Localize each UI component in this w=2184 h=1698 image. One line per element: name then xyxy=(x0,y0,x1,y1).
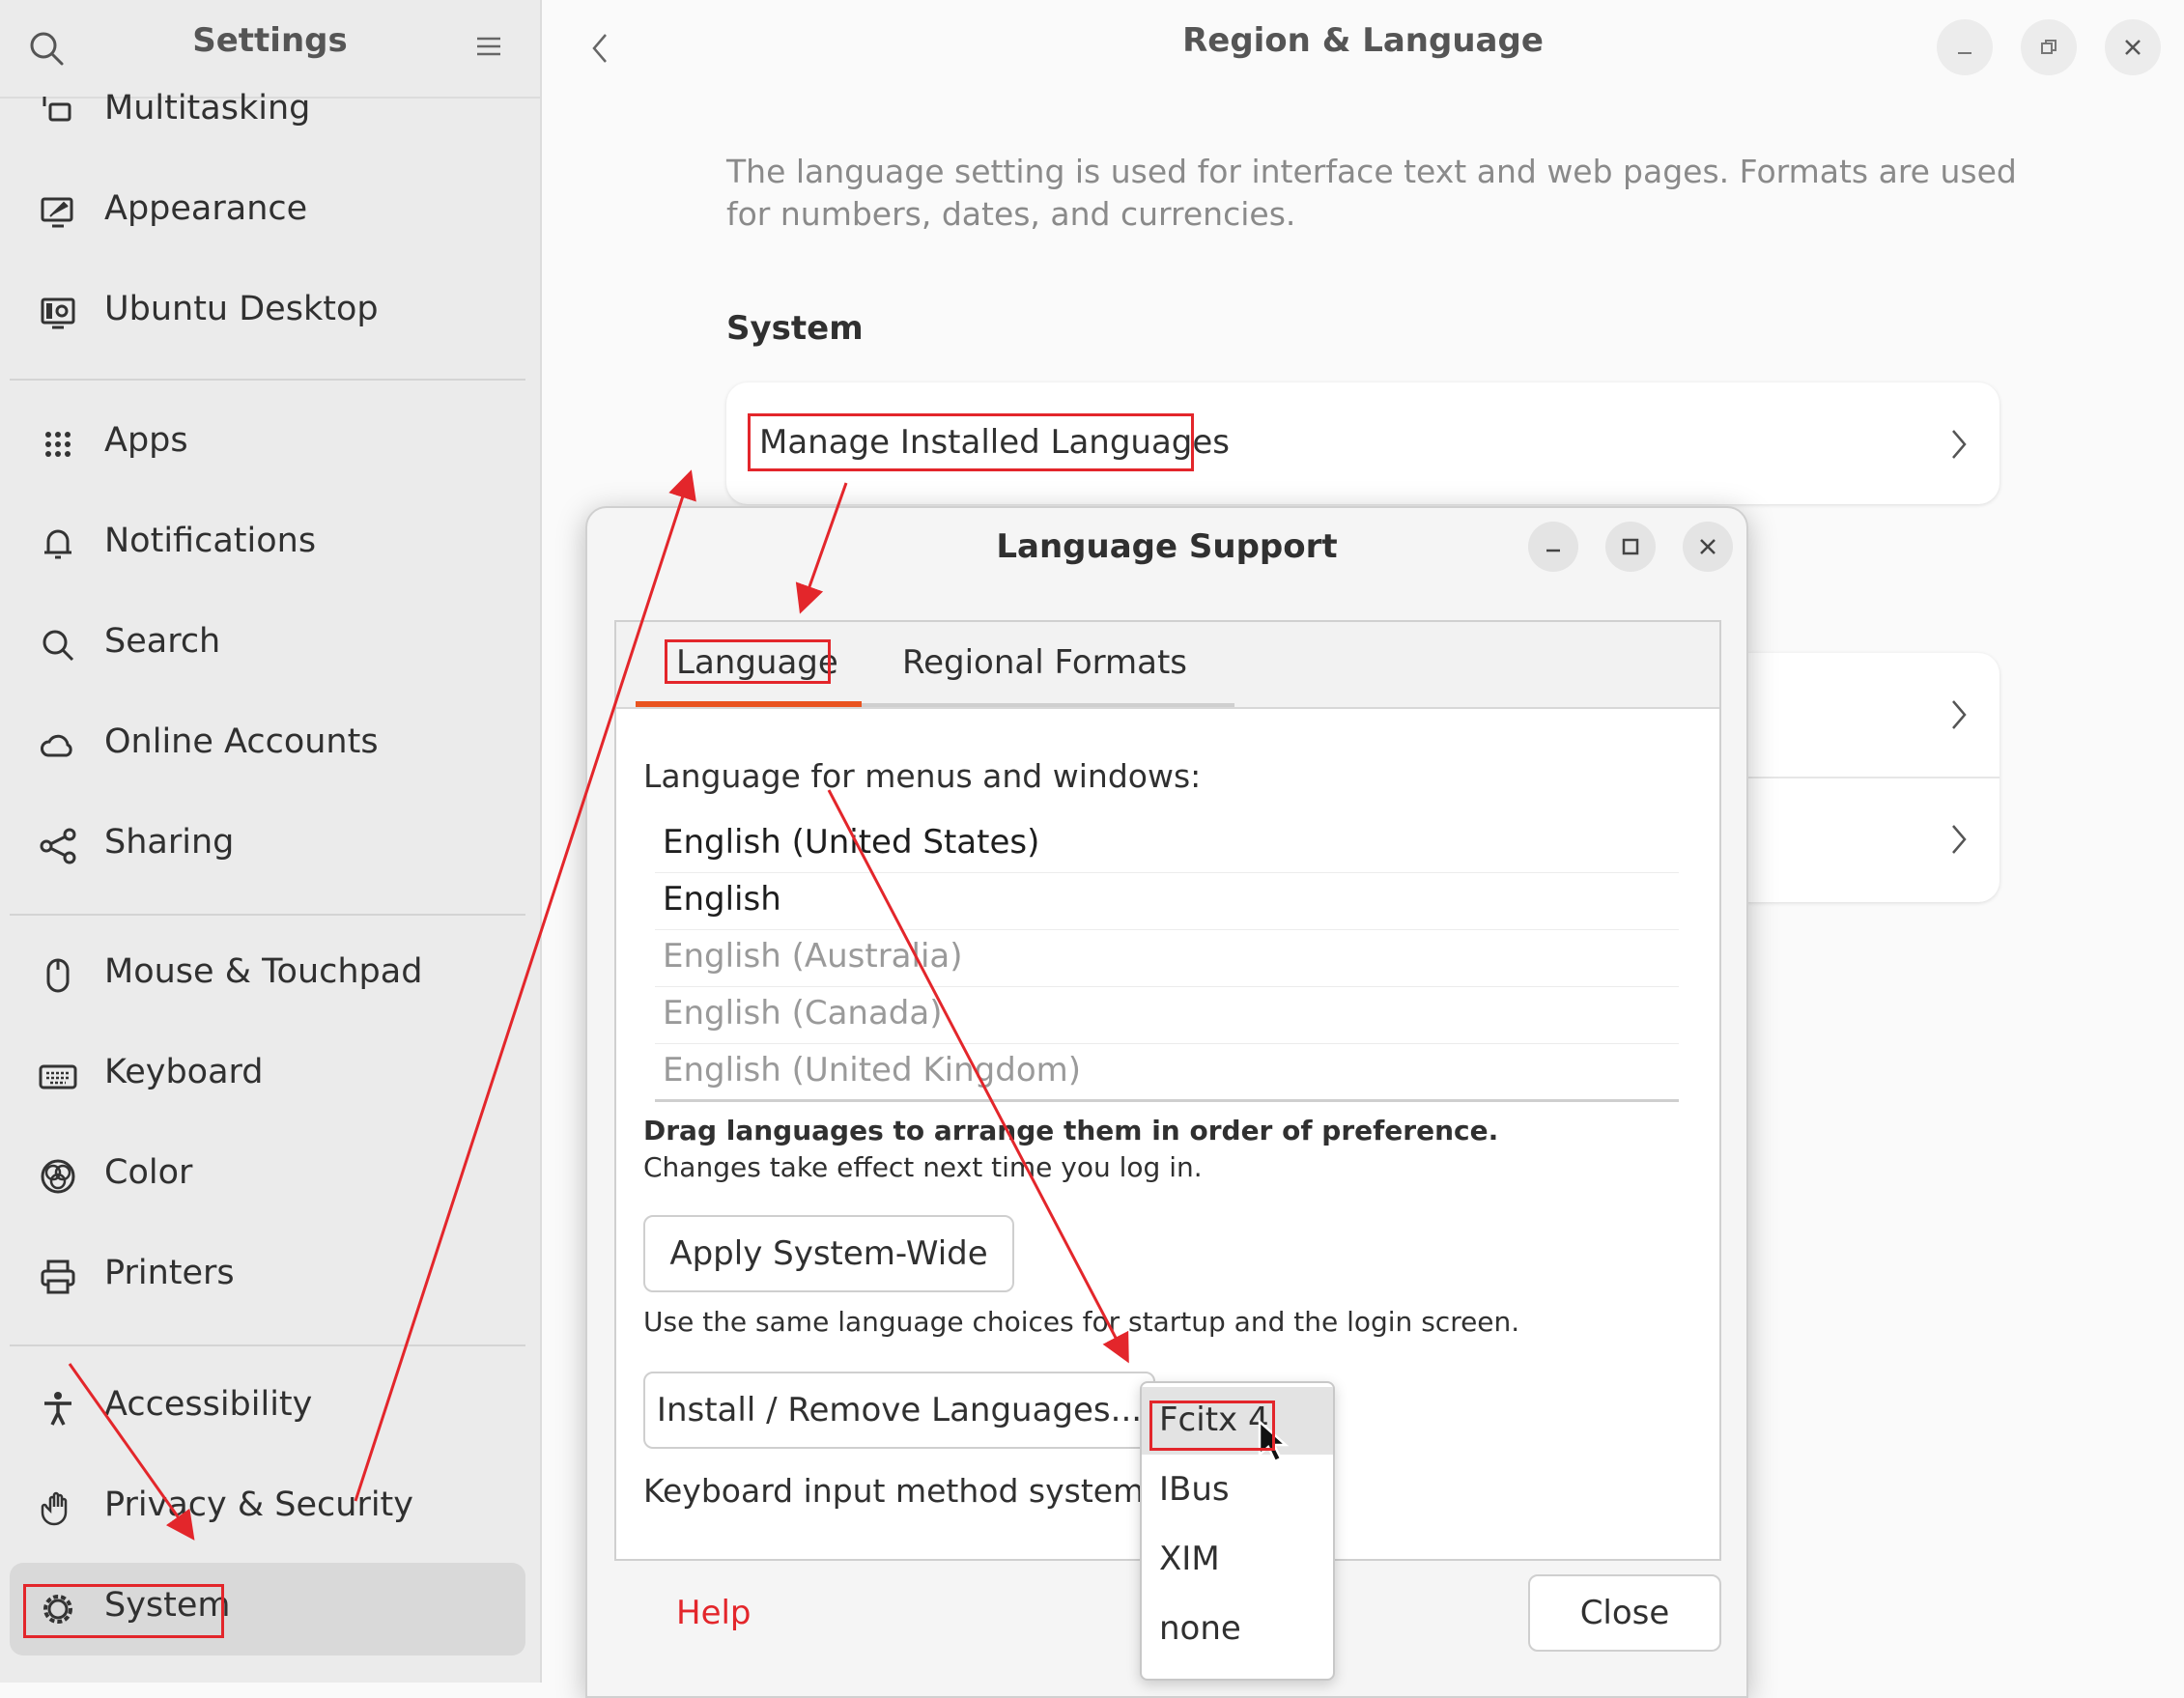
annotation-arrow xyxy=(827,789,1129,1364)
annotation-arrow xyxy=(68,1363,195,1541)
annotation-arrows xyxy=(68,469,1129,1541)
annotation-arrow xyxy=(795,482,848,614)
annotation-arrow xyxy=(354,469,696,1502)
